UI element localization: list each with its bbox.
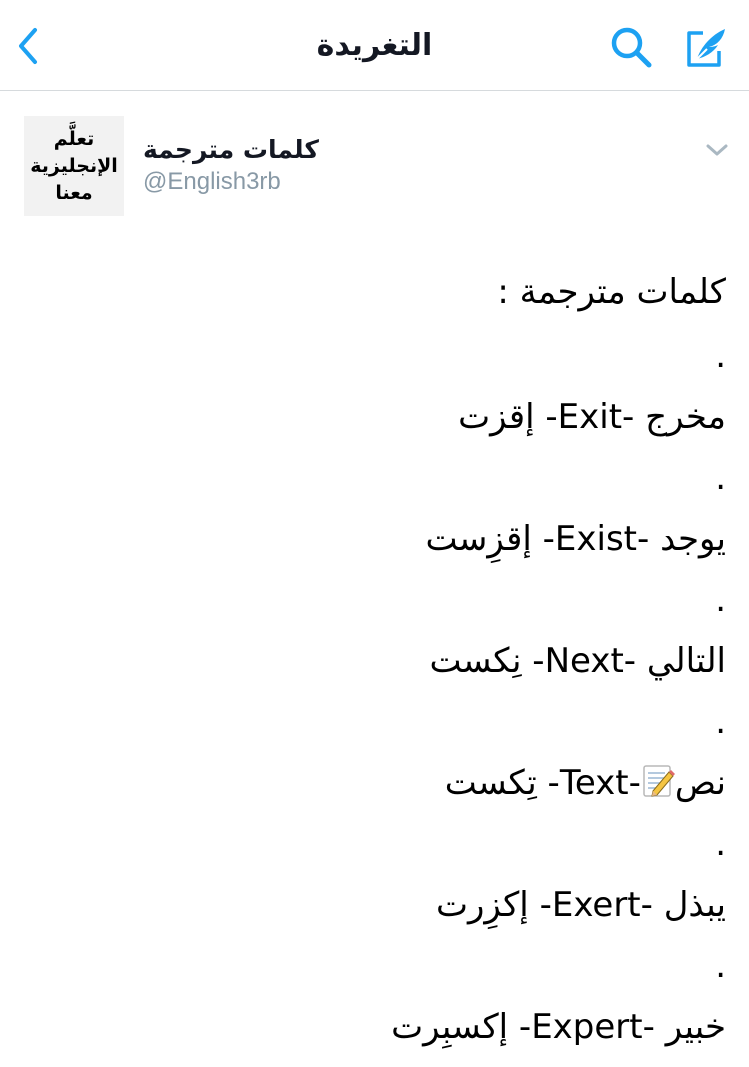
tweet-heading: كلمات مترجمة : (497, 272, 726, 312)
chevron-left-icon (19, 28, 37, 64)
avatar-text-line: تعلَّم (53, 127, 95, 150)
word-line: نص -Text- تِكست (20, 753, 726, 814)
separator-dot: . (715, 336, 726, 376)
word-line-text: -Text- تِكست (444, 763, 641, 803)
back-button[interactable] (8, 22, 48, 70)
author-name[interactable]: كلمات مترجمة (143, 132, 319, 168)
word-line: التالي -Next- نِكست (429, 641, 726, 681)
separator-dot: . (715, 824, 726, 864)
separator-dot: . (715, 580, 726, 620)
avatar-text-line: الإنجليزية (30, 154, 118, 177)
tweet-text: كلمات مترجمة : . مخرج -Exit- إقزت . يوجد… (20, 258, 726, 1058)
separator-dot: . (715, 458, 726, 498)
compose-tweet-button[interactable] (680, 22, 732, 72)
compose-tweet-icon (687, 29, 725, 67)
word-line: خبير -Expert- إكسبِرت (391, 1007, 726, 1047)
avatar[interactable]: تعلَّم الإنجليزية معنا (24, 116, 124, 216)
separator-dot: . (715, 946, 726, 986)
navigation-bar: التغريدة (0, 0, 749, 91)
tweet-options-button[interactable] (700, 136, 734, 164)
search-button[interactable] (606, 22, 656, 72)
word-line-text: نص (674, 763, 726, 803)
chevron-down-icon (706, 144, 728, 156)
word-line: يبذل -Exert- إكزِرت (435, 885, 726, 925)
author-handle[interactable]: @English3rb (143, 165, 281, 199)
memo-icon (643, 765, 675, 797)
word-line: يوجد -Exist- إقزِست (425, 519, 727, 559)
word-line: مخرج -Exit- إقزت (458, 397, 726, 437)
search-icon (611, 27, 652, 68)
avatar-text-line: معنا (55, 181, 93, 204)
separator-dot: . (715, 702, 726, 742)
